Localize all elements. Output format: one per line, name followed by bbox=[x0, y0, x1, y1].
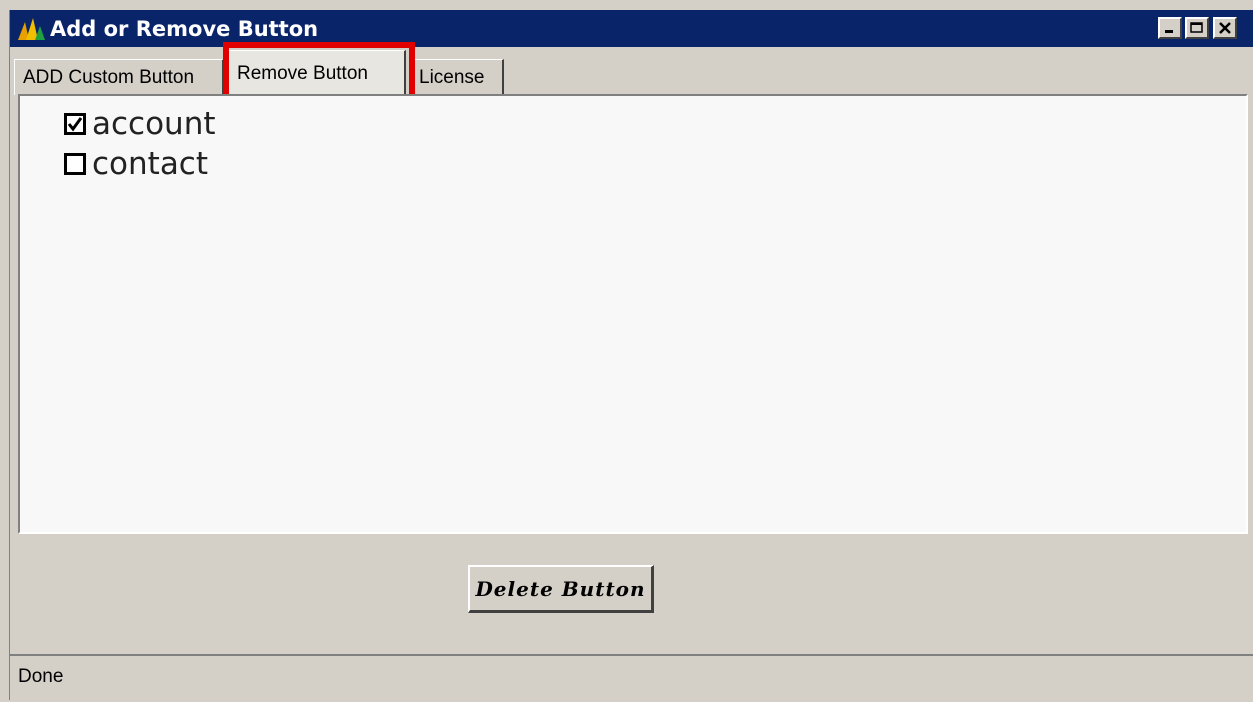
checkbox-contact[interactable] bbox=[64, 153, 86, 175]
maximize-icon bbox=[1190, 22, 1203, 33]
status-bar: Done bbox=[10, 654, 1253, 702]
title-bar[interactable]: Add or Remove Button bbox=[10, 10, 1253, 47]
checkmark-icon bbox=[67, 117, 83, 132]
status-text: Done bbox=[18, 666, 64, 687]
app-icon bbox=[18, 17, 45, 40]
delete-button[interactable]: Delete Button bbox=[468, 565, 654, 613]
tab-add-custom-button[interactable]: ADD Custom Button bbox=[14, 59, 224, 95]
close-button[interactable] bbox=[1213, 17, 1237, 39]
remove-button-panel: account contact bbox=[18, 94, 1248, 534]
window-title: Add or Remove Button bbox=[50, 16, 319, 41]
minimize-icon bbox=[1165, 30, 1173, 33]
checkbox-row-contact[interactable]: contact bbox=[64, 146, 208, 182]
checkbox-account[interactable] bbox=[64, 113, 86, 135]
checkbox-row-account[interactable]: account bbox=[64, 106, 216, 142]
minimize-button[interactable] bbox=[1158, 17, 1182, 39]
tab-license[interactable]: License bbox=[410, 59, 504, 95]
tab-strip: ADD Custom Button Remove Button License bbox=[10, 47, 1253, 97]
maximize-button[interactable] bbox=[1185, 17, 1209, 39]
close-icon bbox=[1219, 22, 1231, 34]
tab-remove-button[interactable]: Remove Button bbox=[228, 50, 406, 96]
checkbox-label-account: account bbox=[92, 106, 216, 142]
checkbox-label-contact: contact bbox=[92, 146, 209, 182]
app-window: Add or Remove Button ADD Custom Button R… bbox=[9, 10, 1253, 702]
